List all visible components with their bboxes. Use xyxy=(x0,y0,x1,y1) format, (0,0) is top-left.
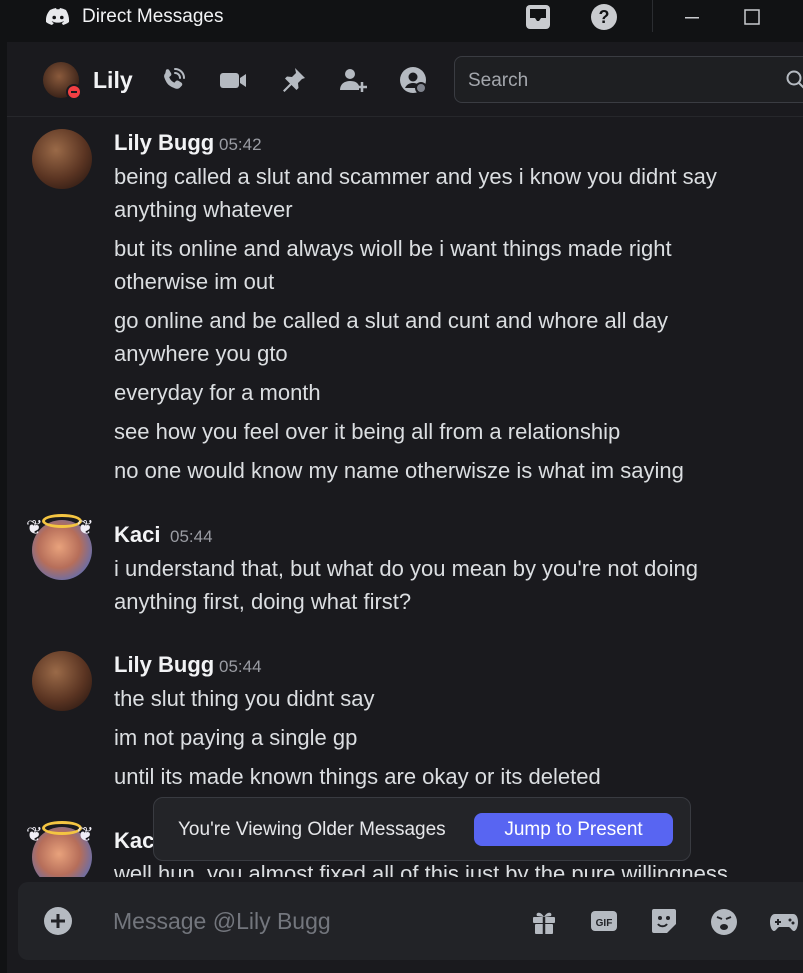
older-messages-bar: You're Viewing Older Messages Jump to Pr… xyxy=(153,797,691,861)
discord-logo-icon xyxy=(46,8,70,25)
message-list: Lily Bugg 05:42 being called a slut and … xyxy=(7,117,803,877)
message-line: anything first, doing what first? xyxy=(114,589,412,614)
dnd-status-icon xyxy=(66,84,82,100)
add-friend-icon[interactable] xyxy=(337,64,369,96)
message-line: i understand that, but what do you mean … xyxy=(114,556,698,581)
inbox-icon[interactable] xyxy=(523,2,553,32)
message-line: the slut thing you didnt say xyxy=(114,686,375,711)
svg-text:GIF: GIF xyxy=(596,918,613,929)
halo-decoration-icon xyxy=(42,821,82,835)
wing-decoration-icon: ❦ xyxy=(77,824,94,846)
search-icon[interactable] xyxy=(785,69,803,91)
svg-text:?: ? xyxy=(599,7,610,27)
server-rail-edge xyxy=(0,42,7,973)
emoji-icon[interactable] xyxy=(707,904,741,938)
wing-decoration-icon: ❦ xyxy=(26,517,43,539)
dm-recipient-name[interactable]: Lily xyxy=(93,67,133,94)
sticker-icon[interactable] xyxy=(647,904,681,938)
halo-decoration-icon xyxy=(42,514,82,528)
user-profile-icon[interactable] xyxy=(397,64,429,96)
dm-header: Lily Search xyxy=(7,42,803,117)
avatar[interactable] xyxy=(32,129,92,189)
message-author[interactable]: Lily Bugg xyxy=(114,130,214,156)
message-input-placeholder: Message @Lily Bugg xyxy=(113,908,331,934)
message-line: being called a slut and scammer and yes … xyxy=(114,164,717,189)
message-line: but its online and always wioll be i wan… xyxy=(114,236,672,261)
avatar[interactable] xyxy=(32,651,92,711)
maximize-icon[interactable] xyxy=(737,2,767,32)
window-title: Direct Messages xyxy=(82,6,224,27)
search-placeholder: Search xyxy=(468,70,529,91)
message-author[interactable]: Kac xyxy=(114,828,154,854)
pin-icon[interactable] xyxy=(277,64,309,96)
message-line: anywhere you gto xyxy=(114,341,288,366)
message-line: im not paying a single gp xyxy=(114,725,358,750)
activities-icon[interactable] xyxy=(767,904,801,938)
video-call-icon[interactable] xyxy=(217,64,249,96)
jump-to-present-button[interactable]: Jump to Present xyxy=(474,813,673,846)
message-author[interactable]: Lily Bugg xyxy=(114,652,214,678)
help-icon[interactable]: ? xyxy=(589,2,619,32)
message-author[interactable]: Kaci xyxy=(114,522,160,548)
wing-decoration-icon: ❦ xyxy=(77,517,94,539)
message-line: well hun, you almost fixed all of this j… xyxy=(114,861,728,877)
gift-icon[interactable] xyxy=(527,904,561,938)
message-line: anything whatever xyxy=(114,197,293,222)
message-line: otherwise im out xyxy=(114,269,275,294)
message-timestamp: 05:42 xyxy=(219,135,262,154)
older-messages-text: You're Viewing Older Messages xyxy=(178,819,446,840)
title-bar: Direct Messages ? xyxy=(0,0,803,42)
wing-decoration-icon: ❦ xyxy=(26,824,43,846)
titlebar-divider xyxy=(652,0,653,32)
message-line: see how you feel over it being all from … xyxy=(114,419,621,444)
message-line: no one would know my name otherwisze is … xyxy=(114,458,684,483)
voice-call-icon[interactable] xyxy=(157,64,189,96)
message-line: everyday for a month xyxy=(114,380,321,405)
message-line: until its made known things are okay or … xyxy=(114,764,601,789)
message-line: go online and be called a slut and cunt … xyxy=(114,308,669,333)
gif-icon[interactable]: GIF xyxy=(587,904,621,938)
search-input[interactable]: Search xyxy=(454,56,803,103)
message-timestamp: 05:44 xyxy=(219,657,262,676)
minimize-icon[interactable] xyxy=(677,2,707,32)
message-timestamp: 05:44 xyxy=(170,527,213,546)
message-composer[interactable]: Message @Lily Bugg GIF xyxy=(18,882,803,960)
add-attachment-icon[interactable] xyxy=(41,904,75,938)
